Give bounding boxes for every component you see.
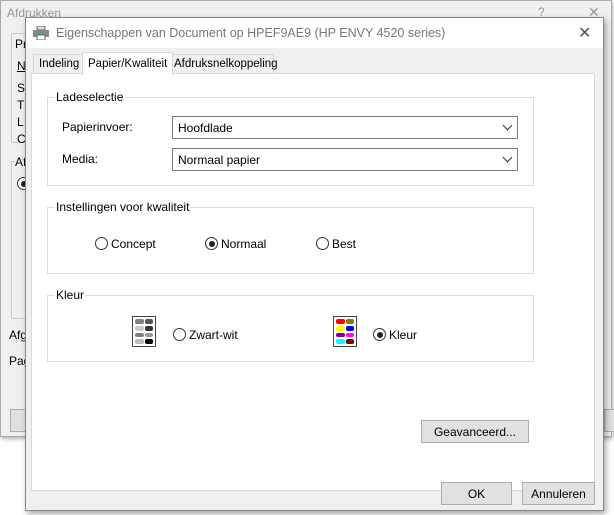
radio[interactable] [95,237,108,250]
printer-icon [33,26,49,40]
properties-dialog: Eigenschappen van Document op HPEF9AE9 (… [25,17,604,511]
option-label: Normaal [221,237,267,251]
radio[interactable] [173,328,186,341]
radio[interactable] [316,237,329,250]
quality-concept[interactable]: Concept [95,237,156,251]
radio[interactable] [373,328,386,341]
chevron-down-icon [502,120,513,131]
paper-source-dropdown[interactable]: Hoofdlade [172,116,518,139]
quality-group: Instellingen voor kwaliteit Concept Norm… [47,200,534,274]
ok-button[interactable]: OK [441,482,512,505]
media-dropdown[interactable]: Normaal papier [172,148,518,171]
tab-papier-kwaliteit[interactable]: Papier/Kwaliteit [82,52,174,75]
selected-value: Normaal papier [178,153,261,167]
grayscale-doc-icon [132,316,156,347]
advanced-button[interactable]: Geavanceerd... [421,420,529,443]
selected-value: Hoofdlade [178,121,233,135]
option-label: Zwart-wit [189,328,238,342]
tray-group: Ladeselectie Papierinvoer: Hoofdlade Med… [47,90,534,186]
cancel-button[interactable]: Annuleren [522,482,595,505]
tab-indeling[interactable]: Indeling [33,54,86,74]
title-bar: Eigenschappen van Document op HPEF9AE9 (… [26,18,603,48]
tab-afdruksnelkoppeling[interactable]: Afdruksnelkoppeling [168,54,278,74]
source-label: Papierinvoer: [62,120,133,134]
group-title: Ladeselectie [54,90,126,104]
option-label: Concept [111,237,156,251]
radio[interactable] [205,237,218,250]
color-group: Kleur Zwart-wit Kleur [47,288,534,362]
partial-button[interactable] [604,409,614,432]
tab-panel: Ladeselectie Papierinvoer: Hoofdlade Med… [31,73,595,491]
option-label: Best [332,237,357,251]
close-button[interactable]: ✕ [578,23,591,43]
chevron-down-icon [502,152,513,163]
partial-label: T [17,98,25,112]
partial-label: S [17,81,26,95]
color-doc-icon [333,316,357,347]
group-title: Instellingen voor kwaliteit [54,200,192,214]
media-label: Media: [62,152,99,166]
color-kleur[interactable]: Kleur [373,328,417,342]
color-zwart-wit[interactable]: Zwart-wit [173,328,238,342]
partial-label: L [17,115,24,129]
quality-best[interactable]: Best [316,237,356,251]
dialog-title: Eigenschappen van Document op HPEF9AE9 (… [56,26,446,40]
option-label: Kleur [389,328,418,342]
quality-normaal[interactable]: Normaal [205,237,266,251]
group-title: Kleur [54,288,87,302]
